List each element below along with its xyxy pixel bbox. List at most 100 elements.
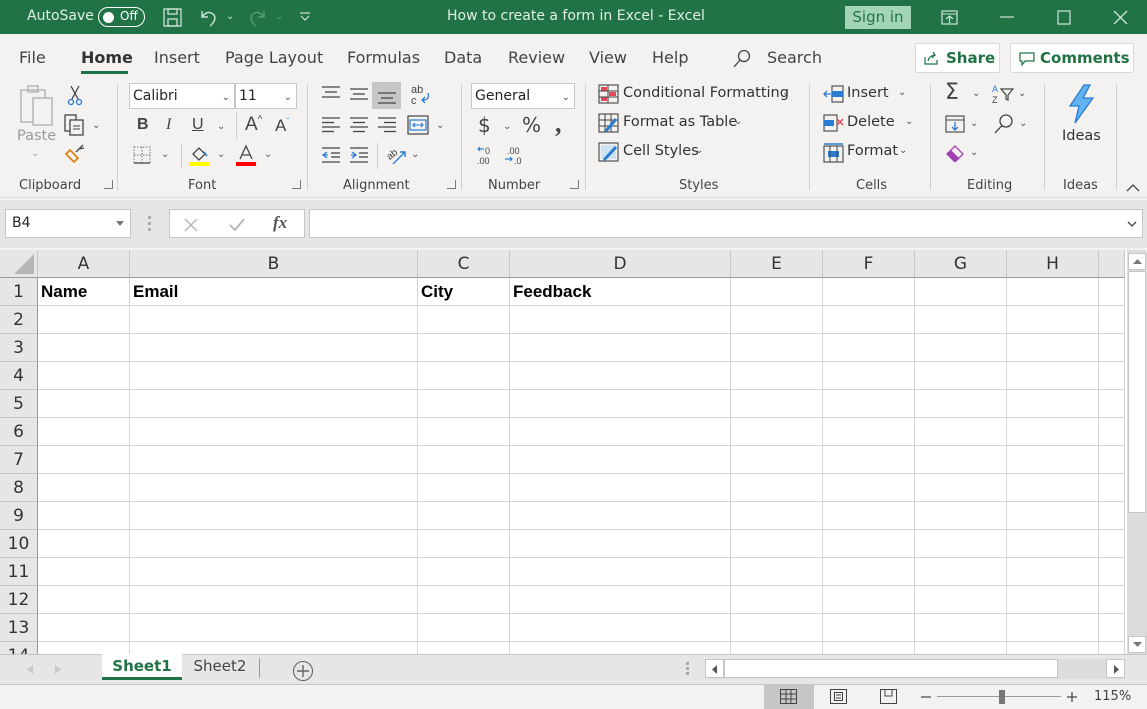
cell-offscreen[interactable] bbox=[1099, 306, 1125, 334]
fill-color-dropdown-icon[interactable]: ⌄ bbox=[217, 149, 225, 160]
fill-icon[interactable] bbox=[945, 115, 965, 133]
minimize-icon[interactable] bbox=[1000, 16, 1014, 18]
cell-f7[interactable] bbox=[823, 446, 915, 474]
autosave-toggle[interactable]: Off bbox=[98, 7, 145, 27]
cell-e6[interactable] bbox=[731, 418, 823, 446]
cell-f3[interactable] bbox=[823, 334, 915, 362]
tab-data[interactable]: Data bbox=[444, 48, 482, 67]
cell-f4[interactable] bbox=[823, 362, 915, 390]
cell-c11[interactable] bbox=[418, 558, 510, 586]
cell-d4[interactable] bbox=[510, 362, 731, 390]
row-header-14[interactable]: 14 bbox=[0, 642, 38, 654]
align-center-icon[interactable] bbox=[349, 117, 369, 133]
cell-e5[interactable] bbox=[731, 390, 823, 418]
cell-b5[interactable] bbox=[130, 390, 418, 418]
cell-e7[interactable] bbox=[731, 446, 823, 474]
cell-g7[interactable] bbox=[915, 446, 1007, 474]
cancel-icon[interactable] bbox=[184, 218, 198, 232]
cell-f6[interactable] bbox=[823, 418, 915, 446]
column-header-h[interactable]: H bbox=[1007, 250, 1099, 278]
cell-b4[interactable] bbox=[130, 362, 418, 390]
row-header-10[interactable]: 10 bbox=[0, 530, 38, 558]
percent-icon[interactable]: % bbox=[522, 115, 541, 135]
cell-d13[interactable] bbox=[510, 614, 731, 642]
cell-c8[interactable] bbox=[418, 474, 510, 502]
new-sheet-icon[interactable] bbox=[292, 660, 314, 682]
cell-offscreen[interactable] bbox=[1099, 418, 1125, 446]
cell-b10[interactable] bbox=[130, 530, 418, 558]
decrease-font-size-icon[interactable]: Aˇ bbox=[275, 117, 289, 134]
row-header-8[interactable]: 8 bbox=[0, 474, 38, 502]
clipboard-launcher-icon[interactable] bbox=[104, 180, 113, 189]
cell-b2[interactable] bbox=[130, 306, 418, 334]
horizontal-scrollbar[interactable] bbox=[705, 659, 1125, 679]
prev-sheet-icon[interactable] bbox=[27, 665, 33, 674]
cell-g1[interactable] bbox=[915, 278, 1007, 306]
cell-c1[interactable]: City bbox=[418, 278, 510, 306]
sign-in-button[interactable]: Sign in bbox=[845, 6, 911, 29]
cell-e14[interactable] bbox=[731, 642, 823, 654]
insert-function-icon[interactable]: fx bbox=[273, 213, 287, 233]
cell-e13[interactable] bbox=[731, 614, 823, 642]
scroll-up-button[interactable] bbox=[1128, 253, 1146, 270]
cell-h7[interactable] bbox=[1007, 446, 1099, 474]
cell-g5[interactable] bbox=[915, 390, 1007, 418]
ideas-button[interactable]: Ideas bbox=[1058, 82, 1102, 150]
top-align-icon[interactable] bbox=[321, 86, 341, 100]
currency-dropdown-icon[interactable]: ⌄ bbox=[503, 121, 511, 132]
cell-f13[interactable] bbox=[823, 614, 915, 642]
cell-f5[interactable] bbox=[823, 390, 915, 418]
sort-filter-dropdown-icon[interactable]: ⌄ bbox=[1018, 88, 1026, 99]
cell-e3[interactable] bbox=[731, 334, 823, 362]
cell-e1[interactable] bbox=[731, 278, 823, 306]
column-header-g[interactable]: G bbox=[915, 250, 1007, 278]
name-box[interactable]: B4 bbox=[5, 209, 131, 238]
enter-check-icon[interactable] bbox=[229, 218, 245, 232]
cell-g11[interactable] bbox=[915, 558, 1007, 586]
cell-d3[interactable] bbox=[510, 334, 731, 362]
tab-formulas[interactable]: Formulas bbox=[347, 48, 420, 67]
cell-g4[interactable] bbox=[915, 362, 1007, 390]
cell-b13[interactable] bbox=[130, 614, 418, 642]
cell-a3[interactable] bbox=[38, 334, 130, 362]
copy-dropdown-icon[interactable]: ⌄ bbox=[92, 120, 100, 131]
cell-c10[interactable] bbox=[418, 530, 510, 558]
comments-button[interactable]: Comments bbox=[1010, 43, 1134, 73]
formula-input[interactable] bbox=[309, 209, 1143, 238]
cell-g12[interactable] bbox=[915, 586, 1007, 614]
cell-d2[interactable] bbox=[510, 306, 731, 334]
cell-h10[interactable] bbox=[1007, 530, 1099, 558]
cell-g13[interactable] bbox=[915, 614, 1007, 642]
cell-h6[interactable] bbox=[1007, 418, 1099, 446]
cell-g9[interactable] bbox=[915, 502, 1007, 530]
tab-file[interactable]: File bbox=[19, 48, 46, 67]
cell-offscreen[interactable] bbox=[1099, 474, 1125, 502]
cell-h12[interactable] bbox=[1007, 586, 1099, 614]
cell-offscreen[interactable] bbox=[1099, 278, 1125, 306]
search-icon[interactable] bbox=[733, 49, 751, 69]
row-header-6[interactable]: 6 bbox=[0, 418, 38, 446]
decrease-decimal-icon[interactable]: .00.0 bbox=[503, 144, 525, 166]
orientation-dropdown-icon[interactable]: ⌄ bbox=[411, 149, 419, 160]
cell-offscreen[interactable] bbox=[1099, 390, 1125, 418]
cell-offscreen[interactable] bbox=[1099, 446, 1125, 474]
maximize-icon[interactable] bbox=[1057, 10, 1071, 25]
search-box[interactable]: Search bbox=[767, 48, 822, 67]
row-header-4[interactable]: 4 bbox=[0, 362, 38, 390]
zoom-slider-thumb[interactable] bbox=[999, 690, 1005, 704]
undo-dropdown-icon[interactable]: ⌄ bbox=[226, 11, 234, 22]
cell-c12[interactable] bbox=[418, 586, 510, 614]
zoom-level[interactable]: 115% bbox=[1094, 689, 1131, 704]
row-header-7[interactable]: 7 bbox=[0, 446, 38, 474]
cell-a8[interactable] bbox=[38, 474, 130, 502]
row-header-2[interactable]: 2 bbox=[0, 306, 38, 334]
cell-d7[interactable] bbox=[510, 446, 731, 474]
cell-a1[interactable]: Name bbox=[38, 278, 130, 306]
column-header-e[interactable]: E bbox=[731, 250, 823, 278]
cell-d14[interactable] bbox=[510, 642, 731, 654]
cell-c5[interactable] bbox=[418, 390, 510, 418]
cell-a10[interactable] bbox=[38, 530, 130, 558]
ribbon-display-options-icon[interactable] bbox=[941, 10, 958, 25]
number-launcher-icon[interactable] bbox=[570, 180, 579, 189]
orientation-icon[interactable]: ab bbox=[385, 143, 409, 167]
